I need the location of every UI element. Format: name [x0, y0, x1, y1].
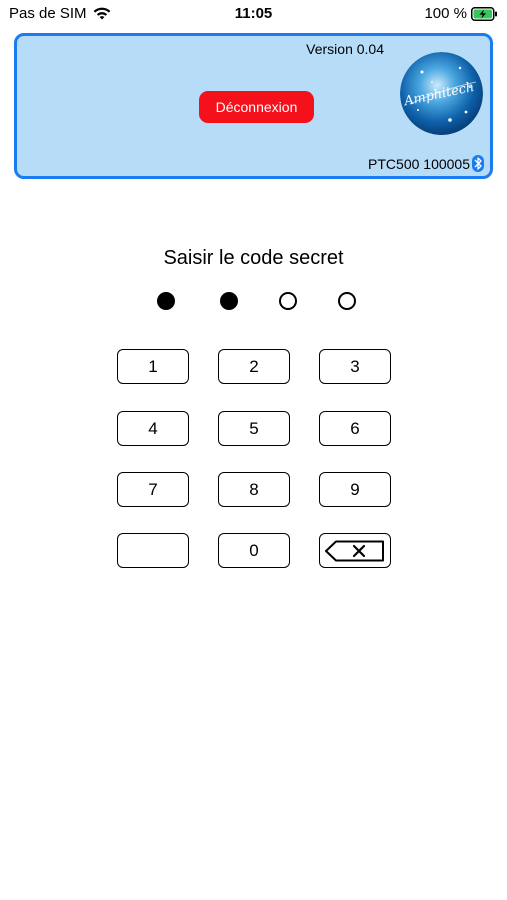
- device-label: PTC500 100005: [368, 155, 470, 172]
- key-3[interactable]: 3: [319, 349, 391, 384]
- backspace-icon: [324, 540, 386, 562]
- battery-info: 100 %: [424, 5, 498, 22]
- key-4[interactable]: 4: [117, 411, 189, 446]
- status-bar: Pas de SIM 11:05 100 %: [0, 0, 507, 28]
- amphitech-logo: Amphitech: [400, 52, 483, 135]
- device-info: PTC500 100005: [368, 155, 484, 172]
- battery-percent: 100 %: [424, 5, 467, 22]
- pin-indicator: [0, 292, 507, 314]
- key-7[interactable]: 7: [117, 472, 189, 507]
- backspace-key[interactable]: [319, 533, 391, 568]
- pin-dot: [279, 292, 297, 310]
- key-9[interactable]: 9: [319, 472, 391, 507]
- pin-prompt: Saisir le code secret: [163, 247, 344, 269]
- header-card: Version 0.04 Déconnexion Amphitech PTC50…: [14, 33, 493, 179]
- bluetooth-icon: [472, 155, 484, 172]
- key-0[interactable]: 0: [218, 533, 290, 568]
- key-blank[interactable]: [117, 533, 189, 568]
- key-8[interactable]: 8: [218, 472, 290, 507]
- key-5[interactable]: 5: [218, 411, 290, 446]
- key-1[interactable]: 1: [117, 349, 189, 384]
- pin-dot: [220, 292, 238, 310]
- version-label: Version 0.04: [306, 41, 384, 57]
- key-2[interactable]: 2: [218, 349, 290, 384]
- pin-dot: [157, 292, 175, 310]
- pin-dot: [338, 292, 356, 310]
- key-6[interactable]: 6: [319, 411, 391, 446]
- logout-button[interactable]: Déconnexion: [199, 91, 314, 123]
- battery-charging-icon: [471, 6, 498, 21]
